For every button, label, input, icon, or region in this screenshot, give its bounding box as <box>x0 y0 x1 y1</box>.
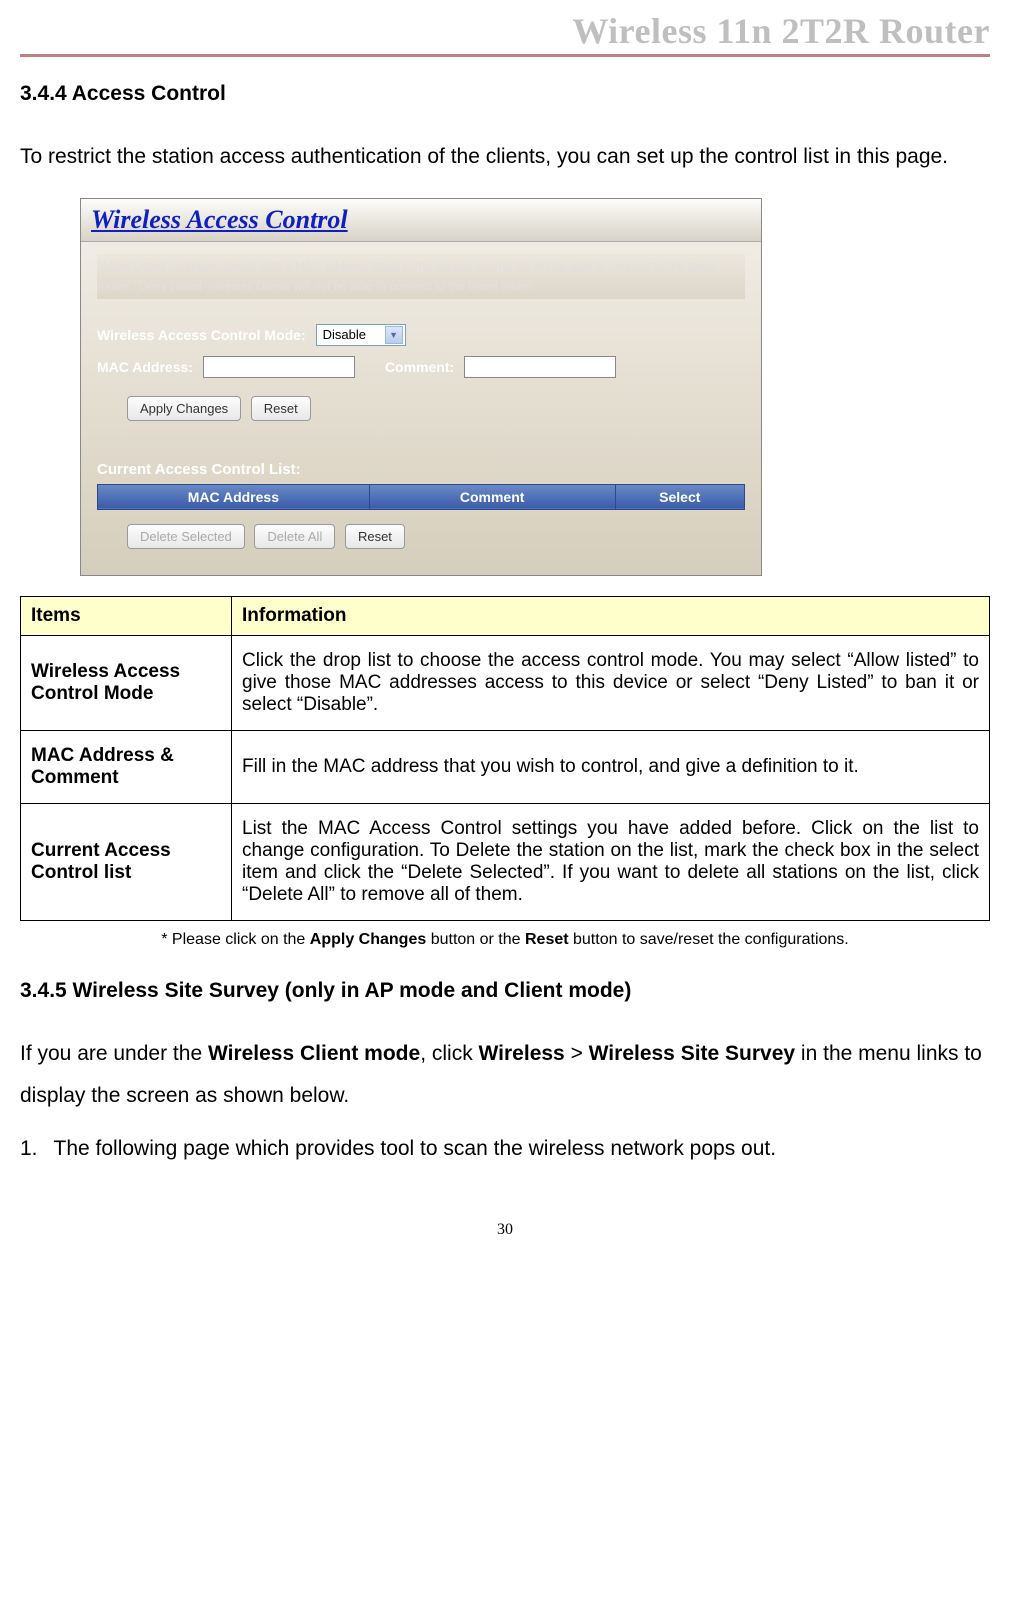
mode-select[interactable]: Disable ▼ <box>316 324 406 346</box>
info-item-2: Current Access Control list <box>21 803 232 920</box>
apply-changes-button[interactable]: Apply Changes <box>127 396 241 421</box>
footnote: * Please click on the Apply Changes butt… <box>20 931 990 949</box>
section-344-intro: To restrict the station access authentic… <box>20 136 990 178</box>
info-header-info: Information <box>232 596 990 635</box>
wac-screenshot: Wireless Access Control "Allow Listed", … <box>80 198 762 576</box>
table-row: Current Access Control list List the MAC… <box>21 803 990 920</box>
info-item-1: MAC Address & Comment <box>21 730 232 803</box>
info-item-0: Wireless Access Control Mode <box>21 635 232 730</box>
reset2-button[interactable]: Reset <box>345 524 405 549</box>
section-344-heading: 3.4.4 Access Control <box>20 82 990 106</box>
current-list-label: Current Access Control List: <box>97 461 745 478</box>
list-text: The following page which provides tool t… <box>54 1137 777 1161</box>
info-table: Items Information Wireless Access Contro… <box>20 596 990 921</box>
mode-value: Disable <box>323 327 366 342</box>
page-header: Wireless 11n 2T2R Router <box>20 10 990 57</box>
header-title: Wireless 11n 2T2R Router <box>572 11 990 51</box>
section-345-intro: If you are under the Wireless Client mod… <box>20 1033 990 1117</box>
mac-input[interactable] <box>203 356 355 378</box>
mac-comment-row: MAC Address: Comment: <box>97 356 745 378</box>
mac-label: MAC Address: <box>97 359 193 375</box>
col-select: Select <box>615 484 744 509</box>
apply-reset-row: Apply Changes Reset <box>127 396 745 421</box>
delete-selected-button[interactable]: Delete Selected <box>127 524 245 549</box>
reset-button[interactable]: Reset <box>251 396 311 421</box>
info-desc-2: List the MAC Access Control settings you… <box>232 803 990 920</box>
info-header-items: Items <box>21 596 232 635</box>
delete-row: Delete Selected Delete All Reset <box>127 524 745 549</box>
chevron-down-icon: ▼ <box>385 326 403 344</box>
table-row: Wireless Access Control Mode Click the d… <box>21 635 990 730</box>
col-comment: Comment <box>369 484 615 509</box>
mode-label: Wireless Access Control Mode: <box>97 327 306 343</box>
wac-description: "Allow Listed", wireless clients with a … <box>97 254 745 299</box>
mode-row: Wireless Access Control Mode: Disable ▼ <box>97 324 745 346</box>
comment-input[interactable] <box>464 356 616 378</box>
table-row: MAC Address & Comment Fill in the MAC ad… <box>21 730 990 803</box>
list-number: 1. <box>20 1137 38 1161</box>
acl-table: MAC Address Comment Select <box>97 484 745 510</box>
page-number: 30 <box>20 1221 990 1239</box>
info-desc-1: Fill in the MAC address that you wish to… <box>232 730 990 803</box>
delete-all-button[interactable]: Delete All <box>254 524 335 549</box>
comment-label: Comment: <box>385 359 454 375</box>
wac-title: Wireless Access Control <box>81 199 761 242</box>
numbered-list-item: 1. The following page which provides too… <box>20 1137 990 1161</box>
info-desc-0: Click the drop list to choose the access… <box>232 635 990 730</box>
section-345-heading: 3.4.5 Wireless Site Survey (only in AP m… <box>20 979 990 1003</box>
col-mac: MAC Address <box>98 484 370 509</box>
